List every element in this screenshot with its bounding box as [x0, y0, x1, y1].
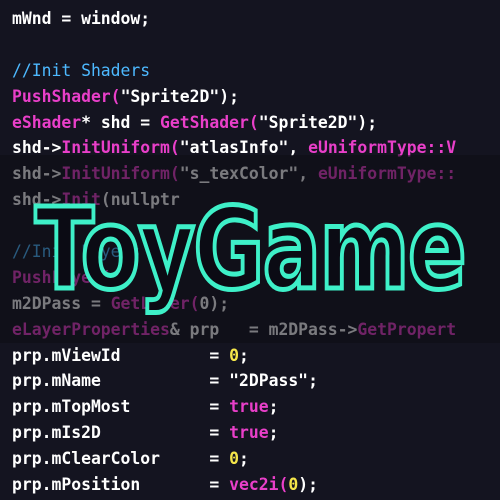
code-line: prp.mViewId = 0; — [12, 343, 500, 369]
code-token: ; — [238, 345, 249, 365]
code-token: ); — [357, 112, 378, 132]
code-token: 0 — [288, 475, 299, 495]
code-token: prp.mName = — [12, 371, 230, 391]
code-token: 0 — [229, 449, 239, 469]
code-line: prp.mPosition = vec2i(0); — [12, 472, 500, 498]
code-token: PushShader( — [12, 86, 121, 106]
code-line: //Init Shaders — [12, 58, 500, 84]
code-line: prp.mName = "2DPass"; — [12, 368, 500, 394]
code-token: ; — [268, 397, 279, 417]
code-token: prp.mTopMost = — [12, 397, 230, 417]
code-token: ; — [268, 423, 279, 443]
code-token: ; — [308, 371, 318, 391]
code-token: "2DPass" — [229, 371, 309, 391]
code-token: prp.mPosition = — [12, 475, 230, 495]
code-token: prp.mClearColor = — [12, 449, 230, 469]
code-line: mWnd = window; — [12, 6, 500, 32]
toygame-logo: ToyGame — [33, 183, 470, 318]
code-token: //Init Shaders — [12, 60, 151, 80]
code-token: eShader — [12, 112, 82, 132]
code-line: prp.mIs2D = true; — [12, 420, 500, 446]
code-token: vec2i( — [229, 475, 289, 495]
code-line: eShader* shd = GetShader("Sprite2D"); — [12, 110, 500, 136]
code-token: mWnd = window; — [12, 9, 151, 28]
code-token: ; — [238, 449, 249, 469]
code-token: "Sprite2D" — [258, 112, 358, 132]
code-token: ); — [298, 475, 318, 495]
code-token: prp.mIs2D = — [12, 423, 230, 443]
code-token: prp.mViewId = — [12, 345, 230, 365]
code-token: "Sprite2D" — [120, 86, 220, 106]
code-line: prp.mTopMost = true; — [12, 394, 500, 420]
code-token: 0 — [229, 345, 239, 365]
code-token: GetShader( — [160, 112, 259, 132]
code-line: prp.mClearColor = 0; — [12, 446, 500, 472]
logo-title: ToyGame — [35, 185, 465, 315]
code-token: true — [229, 397, 269, 417]
code-token: true — [229, 423, 269, 443]
code-token: * shd = — [81, 112, 161, 132]
code-token: ); — [219, 86, 239, 106]
code-line: PushShader("Sprite2D"); — [12, 84, 500, 110]
